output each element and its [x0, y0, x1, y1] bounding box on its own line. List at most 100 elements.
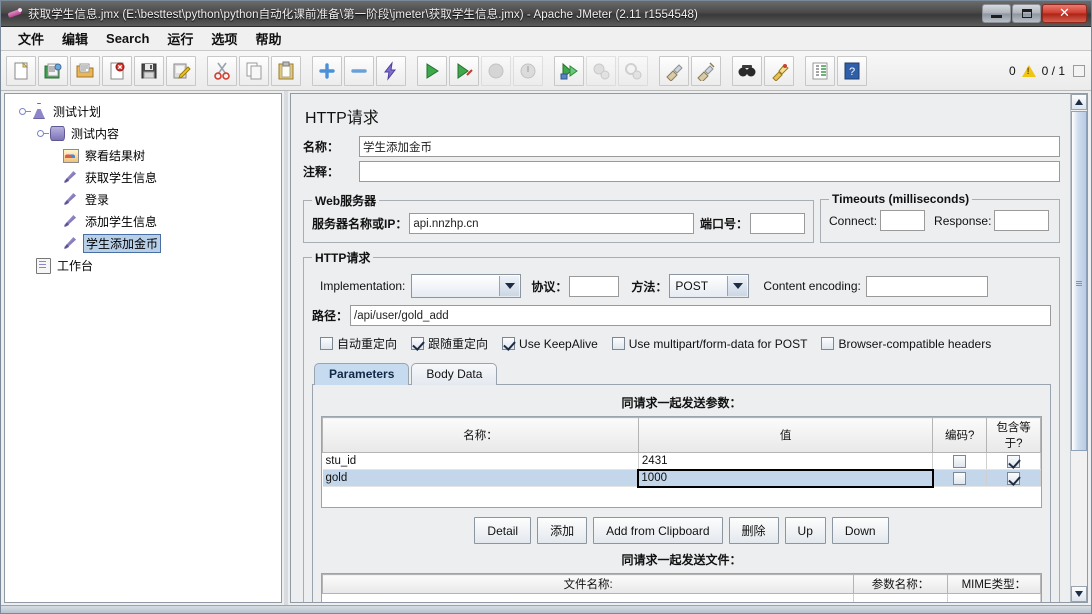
use-keepalive-checkbox[interactable]: Use KeepAlive — [502, 337, 598, 351]
warning-triangle-icon[interactable] — [1022, 65, 1036, 77]
column-header-value[interactable]: 值 — [638, 418, 932, 453]
start-icon[interactable] — [417, 56, 447, 86]
clear-all-icon[interactable] — [691, 56, 721, 86]
column-header-encode[interactable]: 编码? — [933, 418, 987, 453]
response-input[interactable] — [994, 210, 1049, 231]
server-input[interactable]: api.nnzhp.cn — [409, 213, 694, 234]
tab-body-data[interactable]: Body Data — [411, 363, 497, 385]
checkbox-box[interactable] — [612, 337, 625, 350]
param-value-cell[interactable]: 2431 — [638, 453, 932, 470]
checkbox-box[interactable] — [411, 337, 424, 350]
delete-button[interactable]: 删除 — [729, 517, 779, 544]
tree-node-view-results-tree[interactable]: 察看结果树 — [15, 144, 281, 166]
tree-node-workbench[interactable]: 工作台 — [15, 254, 281, 276]
shutdown-icon[interactable] — [513, 56, 543, 86]
param-encode-cell[interactable] — [933, 453, 987, 470]
parameters-table-wrapper[interactable]: 名称： 值 编码? 包含等于? stu_id 2431 — [321, 416, 1042, 508]
scrollbar-thumb[interactable] — [1071, 111, 1087, 451]
down-button[interactable]: Down — [832, 517, 889, 544]
expand-all-icon[interactable] — [312, 56, 342, 86]
tree-node-get-student-info[interactable]: 获取学生信息 — [15, 166, 281, 188]
function-helper-icon[interactable] — [805, 56, 835, 86]
test-plan-tree-panel[interactable]: 测试计划 测试内容 察看结果树 获取学生信息 登录 — [4, 93, 282, 603]
maximize-button[interactable] — [1012, 4, 1041, 23]
copy-icon[interactable] — [239, 56, 269, 86]
checkbox-box[interactable] — [320, 337, 333, 350]
tree-node-test-plan[interactable]: 测试计划 — [15, 100, 281, 122]
add-from-clipboard-button[interactable]: Add from Clipboard — [593, 517, 722, 544]
follow-redirect-checkbox[interactable]: 跟随重定向 — [411, 335, 488, 352]
detail-button[interactable]: Detail — [474, 517, 531, 544]
browser-compatible-headers-checkbox[interactable]: Browser-compatible headers — [821, 337, 991, 351]
use-multipart-checkbox[interactable]: Use multipart/form-data for POST — [612, 337, 808, 351]
checkbox-box[interactable] — [821, 337, 834, 350]
tab-parameters[interactable]: Parameters — [314, 363, 409, 385]
table-row[interactable]: stu_id 2431 — [323, 453, 1041, 470]
checkbox-box[interactable] — [502, 337, 515, 350]
table-row[interactable]: gold 1000 — [323, 470, 1041, 487]
add-button[interactable]: 添加 — [537, 517, 587, 544]
column-header-param-name[interactable]: 参数名称： — [854, 575, 947, 594]
templates-icon[interactable] — [38, 56, 68, 86]
collapse-all-icon[interactable] — [344, 56, 374, 86]
implementation-select[interactable] — [411, 274, 521, 298]
tree-node-thread-group[interactable]: 测试内容 — [15, 122, 281, 144]
include-equals-checkbox[interactable] — [1007, 455, 1020, 468]
toggle-icon[interactable] — [376, 56, 406, 86]
menu-help[interactable]: 帮助 — [246, 27, 290, 50]
content-encoding-input[interactable] — [866, 276, 988, 297]
search-icon[interactable] — [732, 56, 762, 86]
param-value-cell-editing[interactable]: 1000 — [638, 470, 932, 487]
clear-icon[interactable] — [659, 56, 689, 86]
chevron-down-icon[interactable] — [499, 276, 519, 296]
connect-input[interactable] — [880, 210, 925, 231]
split-divider[interactable] — [282, 91, 290, 605]
method-select[interactable]: POST — [669, 274, 749, 298]
encode-checkbox[interactable] — [953, 455, 966, 468]
close-icon[interactable] — [102, 56, 132, 86]
auto-redirect-checkbox[interactable]: 自动重定向 — [320, 335, 397, 352]
menu-file[interactable]: 文件 — [9, 27, 53, 50]
menu-search[interactable]: Search — [97, 29, 158, 48]
port-input[interactable] — [750, 213, 805, 234]
encode-checkbox[interactable] — [953, 472, 966, 485]
scroll-up-button[interactable] — [1071, 94, 1087, 110]
tree-node-login[interactable]: 登录 — [15, 188, 281, 210]
cut-icon[interactable] — [207, 56, 237, 86]
new-icon[interactable] — [6, 56, 36, 86]
include-equals-checkbox[interactable] — [1007, 472, 1020, 485]
save-icon[interactable] — [134, 56, 164, 86]
remote-start-all-icon[interactable] — [554, 56, 584, 86]
menu-run[interactable]: 运行 — [158, 27, 202, 50]
column-header-include-equals[interactable]: 包含等于? — [987, 418, 1041, 453]
search-reset-icon[interactable] — [764, 56, 794, 86]
remote-shutdown-all-icon[interactable] — [618, 56, 648, 86]
save-as-icon[interactable] — [166, 56, 196, 86]
tree-node-student-add-gold[interactable]: 学生添加金币 — [15, 232, 281, 254]
main-panel-scrollbar[interactable] — [1070, 94, 1087, 602]
chevron-down-icon[interactable] — [727, 276, 747, 296]
close-button[interactable]: ✕ — [1042, 4, 1087, 23]
expander-icon[interactable] — [15, 104, 29, 118]
minimize-button[interactable] — [982, 4, 1011, 23]
path-input[interactable]: /api/user/gold_add — [350, 305, 1051, 326]
remote-stop-all-icon[interactable] — [586, 56, 616, 86]
start-no-pauses-icon[interactable] — [449, 56, 479, 86]
help-icon[interactable]: ? — [837, 56, 867, 86]
paste-icon[interactable] — [271, 56, 301, 86]
param-name-cell[interactable]: stu_id — [323, 453, 639, 470]
name-input[interactable]: 学生添加金币 — [359, 136, 1060, 157]
open-icon[interactable] — [70, 56, 100, 86]
column-header-mime-type[interactable]: MIME类型： — [947, 575, 1040, 594]
column-header-name[interactable]: 名称： — [323, 418, 639, 453]
param-encode-cell[interactable] — [933, 470, 987, 487]
column-header-file-name[interactable]: 文件名称: — [323, 575, 854, 594]
files-table-wrapper[interactable]: 文件名称: 参数名称： MIME类型： — [321, 573, 1042, 602]
param-name-cell[interactable]: gold — [323, 470, 639, 487]
param-include-equals-cell[interactable] — [987, 470, 1041, 487]
scroll-down-button[interactable] — [1071, 586, 1087, 602]
protocol-input[interactable] — [569, 276, 619, 297]
up-button[interactable]: Up — [785, 517, 826, 544]
stop-icon[interactable] — [481, 56, 511, 86]
menu-options[interactable]: 选项 — [202, 27, 246, 50]
